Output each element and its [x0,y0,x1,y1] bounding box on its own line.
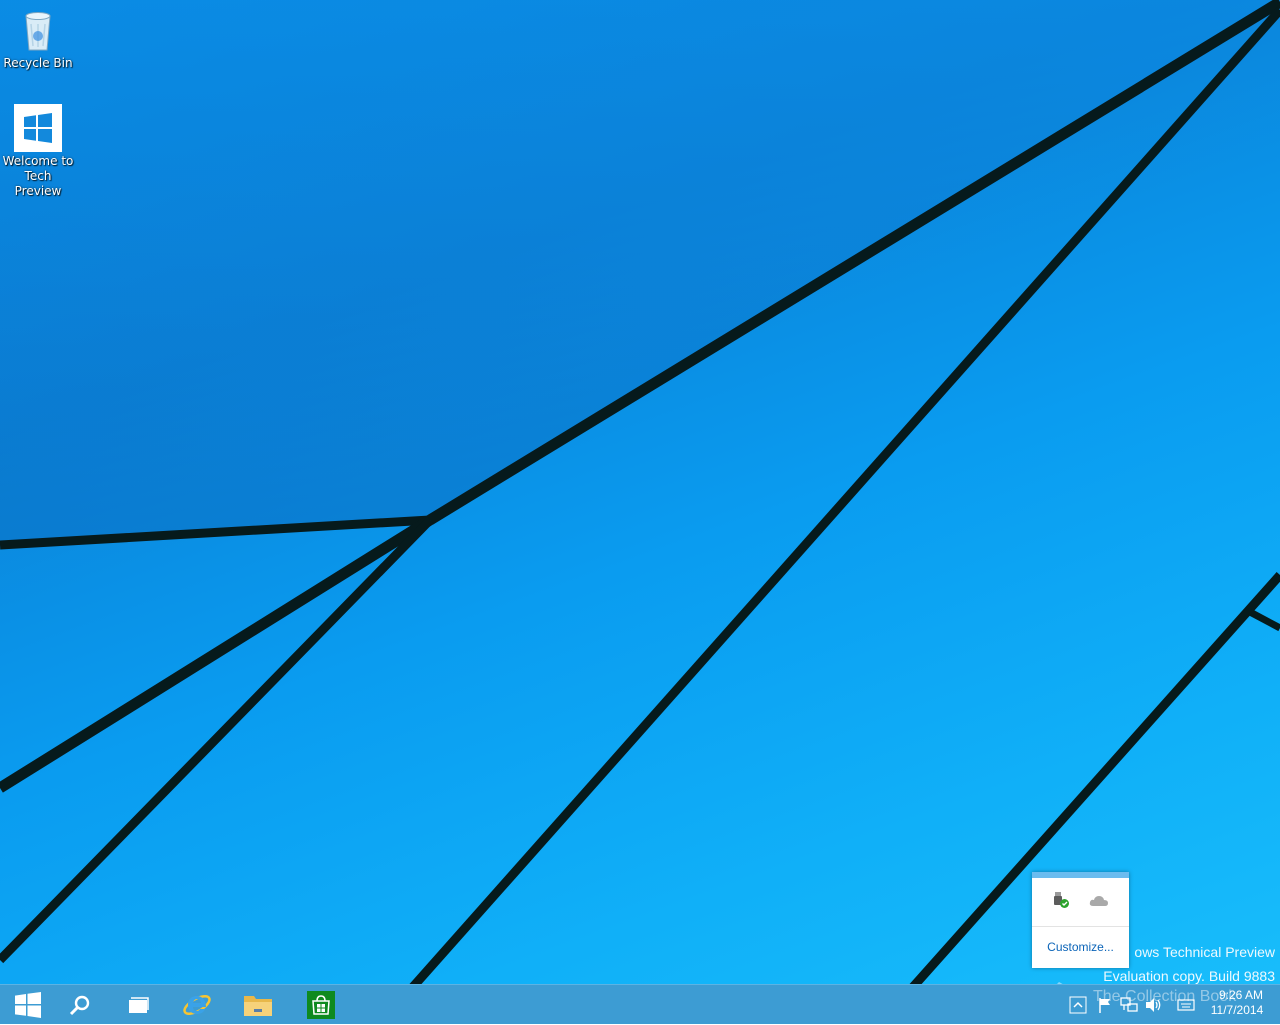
welcome-label-line1: Welcome to [2,154,74,168]
customize-link[interactable]: Customize... [1032,927,1129,967]
evaluation-watermark: ows Technical Preview Evaluation copy. B… [1103,940,1275,984]
windows-logo-icon [14,104,62,152]
desktop-icon-recycle-bin[interactable]: Recycle Bin [0,6,76,71]
store-button[interactable] [293,985,349,1025]
desktop[interactable]: Recycle Bin Welcome to Tech Preview ows … [0,0,1280,984]
network-icon [1120,997,1138,1012]
ie-icon [183,995,211,1015]
internet-explorer-button[interactable] [169,985,225,1025]
touch-keyboard-button[interactable] [1174,985,1198,1025]
file-explorer-button[interactable] [230,985,286,1025]
watermark-line-build: Evaluation copy. Build 9883 [1103,968,1275,984]
flag-icon [1099,998,1110,1013]
tray-overflow-icons [1032,878,1129,927]
network-button[interactable] [1117,985,1141,1025]
search-icon [69,995,90,1016]
folder-icon [244,996,272,1016]
chevron-up-icon [1069,996,1087,1014]
windows-logo-icon [15,992,41,1018]
watermark-line-edition: ows Technical Preview [1134,944,1275,960]
onedrive-cloud-icon[interactable] [1089,893,1109,912]
search-button[interactable] [52,985,108,1025]
task-view-icon [129,997,149,1013]
tray-overflow-popup: Customize... [1032,872,1129,968]
welcome-label-line2: Tech Preview [14,169,62,198]
volume-icon [1146,998,1161,1012]
keyboard-icon [1177,999,1195,1011]
show-hidden-icons-button[interactable] [1066,985,1090,1025]
taskbar-clock[interactable]: 9:26 AM 11/7/2014 [1200,988,1274,1018]
volume-button[interactable] [1142,985,1166,1025]
desktop-icon-welcome-tech-preview[interactable]: Welcome to Tech Preview [0,104,76,199]
taskbar: 9:26 AM 11/7/2014 [0,984,1280,1024]
recycle-bin-icon [25,12,51,51]
usb-safely-remove-icon[interactable] [1052,891,1070,913]
start-button[interactable] [0,985,56,1025]
action-center-button[interactable] [1093,985,1117,1025]
task-view-button[interactable] [110,985,166,1025]
wallpaper-lines [0,0,1280,984]
clock-date: 11/7/2014 [1210,1003,1264,1017]
clock-time: 9:26 AM [1218,988,1264,1002]
recycle-bin-label: Recycle Bin [3,56,73,70]
store-icon [307,991,335,1019]
